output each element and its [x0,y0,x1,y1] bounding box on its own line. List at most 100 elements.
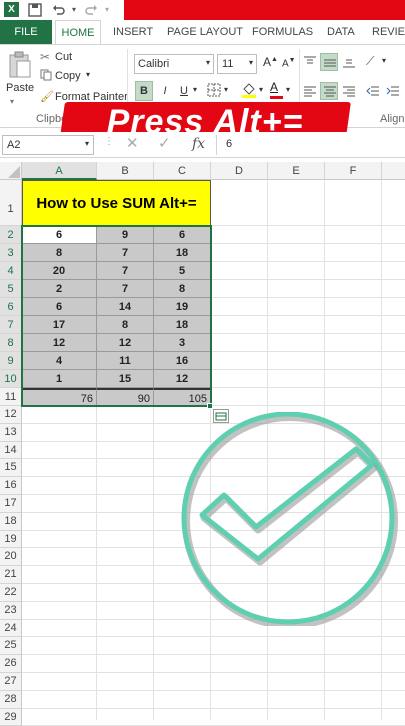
paste-button[interactable]: Paste [6,82,34,94]
table-cell[interactable]: 7 [97,262,154,280]
select-all-button[interactable] [0,162,22,180]
decrease-font-size-icon[interactable]: A▼ [282,57,296,69]
table-cell[interactable]: 12 [97,334,154,352]
title-bar-overlay [124,0,405,20]
name-box[interactable]: A2 ▾ [2,135,94,155]
total-cell[interactable]: 90 [97,388,154,406]
cut-icon: ✂ [40,50,51,64]
cut-button[interactable]: Cut [55,51,72,63]
column-header-a[interactable]: A [22,162,97,180]
formula-bar: A2 ▾ ⋮ ✕ ✓ fx 6 [0,132,405,158]
undo-dropdown-icon[interactable]: ▾ [67,3,81,17]
format-painter-icon: 🖌 [40,91,54,103]
underline-dropdown-icon[interactable]: ▾ [193,85,197,94]
increase-indent-icon[interactable] [386,85,400,97]
fill-color-dropdown-icon[interactable]: ▾ [259,85,263,94]
table-cell[interactable]: 7 [97,280,154,298]
table-cell[interactable]: 18 [154,316,211,334]
table-cell[interactable]: 12 [154,370,211,388]
table-cell[interactable]: 7 [97,244,154,262]
decrease-indent-icon[interactable] [366,85,380,97]
font-color-icon[interactable]: A [270,80,284,100]
save-icon[interactable] [28,3,42,17]
column-header-c[interactable]: C [154,162,211,180]
tab-data[interactable]: DATA [327,20,355,44]
column-header-e[interactable]: E [268,162,325,180]
font-name-select[interactable]: Calibri ▾ [134,54,214,74]
table-cell[interactable]: 16 [154,352,211,370]
table-cell[interactable]: 8 [154,280,211,298]
copy-dropdown-icon[interactable]: ▾ [86,70,90,79]
align-right-icon[interactable] [342,85,356,97]
column-header-f[interactable]: F [325,162,382,180]
paste-icon[interactable] [8,51,32,79]
align-center-icon[interactable] [320,82,338,100]
align-left-icon[interactable] [303,85,317,97]
column-header-d[interactable]: D [211,162,268,180]
fill-color-icon[interactable] [241,81,257,99]
tab-review[interactable]: REVIEW [372,20,405,44]
tab-formulas[interactable]: FORMULAS [252,20,313,44]
top-align-icon[interactable] [303,56,317,68]
orientation-dropdown-icon[interactable]: ▾ [382,56,386,65]
header-cell[interactable]: How to Use SUM Alt+= [22,180,211,226]
table-cell[interactable]: 4 [22,352,97,370]
font-size-value: 11 [222,58,234,70]
table-cell[interactable]: 11 [97,352,154,370]
undo-icon[interactable] [52,3,66,17]
column-headers: A B C D E F [0,162,405,180]
column-header-b[interactable]: B [97,162,154,180]
chevron-down-icon: ▾ [248,58,253,67]
redo-icon[interactable] [84,3,98,17]
table-cell[interactable]: 20 [22,262,97,280]
tab-file[interactable]: FILE [0,20,52,44]
table-cell[interactable]: 18 [154,244,211,262]
table-cell[interactable]: 2 [22,280,97,298]
chevron-down-icon: ▾ [205,58,210,67]
italic-button[interactable]: I [157,81,173,101]
active-cell[interactable]: 6 [22,226,97,244]
table-cell[interactable]: 3 [154,334,211,352]
table-cell[interactable]: 14 [97,298,154,316]
excel-logo-icon: X [4,2,19,17]
formula-input[interactable]: 6 [226,138,232,150]
font-name-value: Calibri [138,58,170,70]
table-cell[interactable]: 8 [22,244,97,262]
paste-dropdown-icon[interactable]: ▾ [10,97,14,106]
insert-function-icon[interactable]: fx [192,136,205,152]
total-cell[interactable]: 105 [154,388,211,406]
table-cell[interactable]: 5 [154,262,211,280]
enter-icon[interactable]: ✓ [158,134,171,152]
column-header-g[interactable] [382,162,405,180]
table-cell[interactable]: 15 [97,370,154,388]
table-cell[interactable]: 8 [97,316,154,334]
middle-align-icon[interactable] [320,53,338,71]
copy-icon [40,69,52,81]
copy-button[interactable]: Copy [55,70,81,82]
table-cell[interactable]: 6 [154,226,211,244]
tab-home[interactable]: HOME [55,20,101,44]
bottom-align-icon[interactable] [342,56,356,68]
font-color-dropdown-icon[interactable]: ▾ [286,85,290,94]
alignment-group-label: Align [380,113,405,125]
table-cell[interactable]: 1 [22,370,97,388]
tab-insert[interactable]: INSERT [113,20,153,44]
bold-button[interactable]: B [135,81,153,101]
formula-divider [216,135,217,155]
table-cell[interactable]: 17 [22,316,97,334]
table-cell[interactable]: 6 [22,298,97,316]
table-cell[interactable]: 12 [22,334,97,352]
font-size-select[interactable]: 11 ▾ [217,54,257,74]
borders-icon[interactable] [207,83,221,97]
checkmark-circle-icon [172,411,405,629]
cancel-icon[interactable]: ✕ [126,134,139,152]
table-cell[interactable]: 9 [97,226,154,244]
redo-dropdown-icon[interactable]: ▾ [100,3,114,17]
table-cell[interactable]: 19 [154,298,211,316]
underline-button[interactable]: U [176,81,192,101]
borders-dropdown-icon[interactable]: ▾ [224,85,228,94]
increase-font-size-icon[interactable]: A▲ [263,55,278,69]
orientation-icon[interactable]: ⟋ [366,54,374,69]
tab-page-layout[interactable]: PAGE LAYOUT [167,20,243,44]
total-cell[interactable]: 76 [22,388,97,406]
